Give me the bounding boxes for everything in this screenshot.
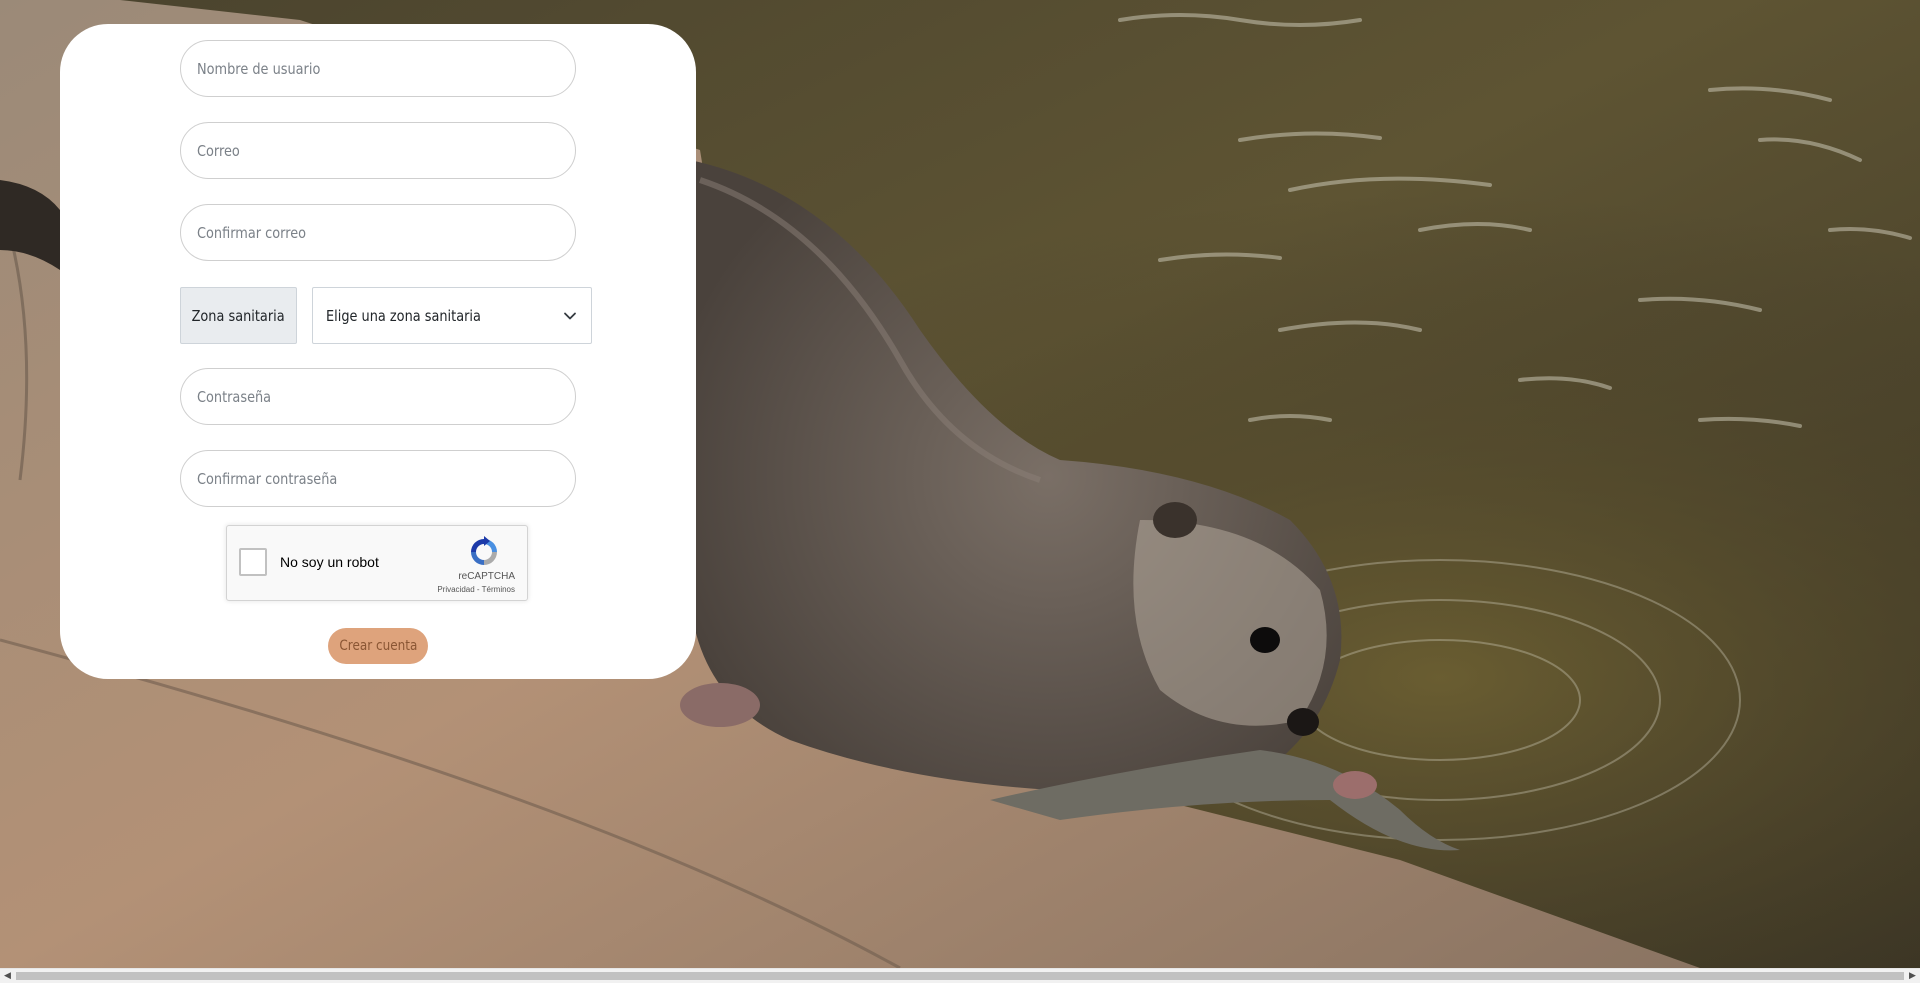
chevron-down-icon bbox=[564, 312, 576, 320]
scroll-left-arrow-icon[interactable]: ◀ bbox=[0, 969, 15, 983]
scrollbar-thumb[interactable] bbox=[16, 972, 1904, 980]
confirm-email-placeholder: Confirmar correo bbox=[197, 223, 307, 242]
email-input[interactable]: Correo bbox=[180, 122, 576, 179]
username-placeholder: Nombre de usuario bbox=[197, 59, 321, 78]
scroll-right-arrow-icon[interactable]: ▶ bbox=[1905, 969, 1920, 983]
recaptcha-links: Privacidad - Términos bbox=[437, 585, 515, 594]
recaptcha-icon bbox=[471, 536, 497, 565]
create-account-label: Crear cuenta bbox=[338, 638, 418, 654]
registration-card: Nombre de usuario Correo Confirmar corre… bbox=[60, 24, 696, 679]
email-placeholder: Correo bbox=[197, 141, 240, 160]
links-separator: - bbox=[476, 585, 480, 594]
zone-select[interactable]: Elige una zona sanitaria bbox=[312, 287, 592, 344]
password-input[interactable]: Contraseña bbox=[180, 368, 576, 425]
horizontal-scrollbar[interactable]: ◀ ▶ bbox=[0, 968, 1920, 983]
zone-select-value: Elige una zona sanitaria bbox=[326, 306, 481, 325]
recaptcha-checkbox-label: No soy un robot bbox=[280, 554, 379, 570]
confirm-password-input[interactable]: Confirmar contraseña bbox=[180, 450, 576, 507]
zone-label: Zona sanitaria bbox=[180, 287, 297, 344]
terms-link[interactable]: Términos bbox=[482, 585, 515, 594]
create-account-button[interactable]: Crear cuenta bbox=[328, 628, 428, 664]
confirm-password-placeholder: Confirmar contraseña bbox=[197, 469, 338, 488]
confirm-email-input[interactable]: Confirmar correo bbox=[180, 204, 576, 261]
privacy-link[interactable]: Privacidad bbox=[437, 585, 474, 594]
recaptcha-widget: No soy un robot reCAPTCHA Privacidad - T… bbox=[226, 525, 528, 601]
recaptcha-checkbox[interactable] bbox=[239, 548, 267, 576]
password-placeholder: Contraseña bbox=[197, 387, 272, 406]
zone-label-text: Zona sanitaria bbox=[191, 306, 286, 325]
recaptcha-brand: reCAPTCHA bbox=[458, 571, 515, 582]
username-input[interactable]: Nombre de usuario bbox=[180, 40, 576, 97]
